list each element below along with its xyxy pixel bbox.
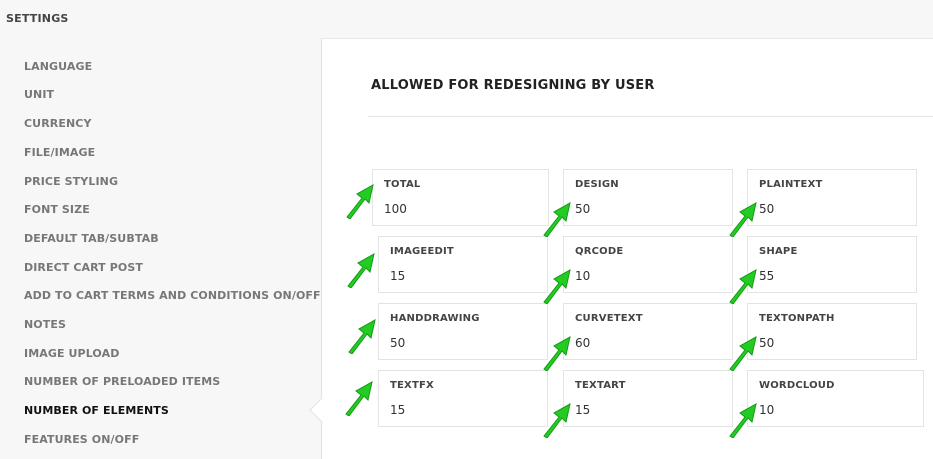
field-value[interactable]: 15 [390, 269, 405, 283]
field-label: QRCODE [575, 246, 624, 257]
sidebar-item-add-to-cart-terms[interactable]: ADD TO CART TERMS AND CONDITIONS ON/OFF [24, 289, 321, 302]
field-value[interactable]: 60 [575, 336, 590, 350]
field-label: IMAGEEDIT [390, 246, 454, 257]
divider [368, 116, 933, 117]
green-arrow-icon [348, 319, 376, 354]
sidebar-item-features[interactable]: FEATURES ON/OFF [24, 433, 139, 446]
sidebar-item-notes[interactable]: NOTES [24, 318, 66, 331]
green-arrow-icon [347, 253, 375, 288]
sidebar-item-price-styling[interactable]: PRICE STYLING [24, 175, 118, 188]
green-arrow-icon [729, 336, 757, 371]
textfx-field[interactable]: TEXTFX 15 [378, 370, 548, 427]
textonpath-field[interactable]: TEXTONPATH 50 [747, 303, 917, 360]
field-value[interactable]: 10 [759, 403, 774, 417]
sidebar-item-file-image[interactable]: FILE/IMAGE [24, 146, 95, 159]
sidebar-item-default-tab[interactable]: DEFAULT TAB/SUBTAB [24, 232, 159, 245]
handdrawing-field[interactable]: HANDDRAWING 50 [378, 303, 548, 360]
field-label: TOTAL [384, 179, 421, 190]
field-value[interactable]: 55 [759, 269, 774, 283]
sidebar-item-preloaded-items[interactable]: NUMBER OF PRELOADED ITEMS [24, 375, 220, 388]
field-value[interactable]: 50 [575, 202, 590, 216]
plaintext-field[interactable]: PLAINTEXT 50 [747, 169, 917, 226]
green-arrow-icon [729, 403, 757, 438]
green-arrow-icon [346, 184, 374, 219]
design-field[interactable]: DESIGN 50 [563, 169, 733, 226]
field-label: SHAPE [759, 246, 798, 257]
section-title: ALLOWED FOR REDESIGNING BY USER [371, 78, 655, 93]
sidebar-item-direct-cart-post[interactable]: DIRECT CART POST [24, 261, 143, 274]
field-label: HANDDRAWING [390, 313, 480, 324]
field-label: CURVETEXT [575, 313, 643, 324]
total-field[interactable]: TOTAL 100 [372, 169, 549, 226]
shape-field[interactable]: SHAPE 55 [747, 236, 917, 293]
green-arrow-icon [729, 202, 757, 237]
sidebar-item-unit[interactable]: UNIT [24, 88, 54, 101]
qrcode-field[interactable]: QRCODE 10 [563, 236, 733, 293]
green-arrow-icon [729, 269, 757, 304]
green-arrow-icon [543, 202, 571, 237]
green-arrow-icon [543, 269, 571, 304]
field-label: DESIGN [575, 179, 619, 190]
field-label: PLAINTEXT [759, 179, 823, 190]
field-value[interactable]: 100 [384, 202, 407, 216]
green-arrow-icon [345, 381, 373, 416]
wordcloud-field[interactable]: WORDCLOUD 10 [747, 370, 924, 427]
sidebar-item-language[interactable]: LANGUAGE [24, 60, 92, 73]
field-value[interactable]: 15 [390, 403, 405, 417]
field-label: TEXTFX [390, 380, 434, 391]
green-arrow-icon [543, 336, 571, 371]
sidebar-item-currency[interactable]: CURRENCY [24, 117, 92, 130]
field-value[interactable]: 50 [759, 336, 774, 350]
field-value[interactable]: 50 [390, 336, 405, 350]
field-label: WORDCLOUD [759, 380, 835, 391]
green-arrow-icon [543, 403, 571, 438]
field-label: TEXTART [575, 380, 626, 391]
curvetext-field[interactable]: CURVETEXT 60 [563, 303, 733, 360]
page-title: SETTINGS [6, 12, 69, 25]
settings-page: SETTINGS LANGUAGE UNIT CURRENCY FILE/IMA… [0, 0, 933, 459]
field-value[interactable]: 15 [575, 403, 590, 417]
sidebar-item-font-size[interactable]: FONT SIZE [24, 203, 90, 216]
field-value[interactable]: 50 [759, 202, 774, 216]
imageedit-field[interactable]: IMAGEEDIT 15 [378, 236, 548, 293]
textart-field[interactable]: TEXTART 15 [563, 370, 733, 427]
field-label: TEXTONPATH [759, 313, 835, 324]
sidebar-item-image-upload[interactable]: IMAGE UPLOAD [24, 347, 119, 360]
field-value[interactable]: 10 [575, 269, 590, 283]
sidebar-item-number-of-elements[interactable]: NUMBER OF ELEMENTS [24, 404, 169, 417]
